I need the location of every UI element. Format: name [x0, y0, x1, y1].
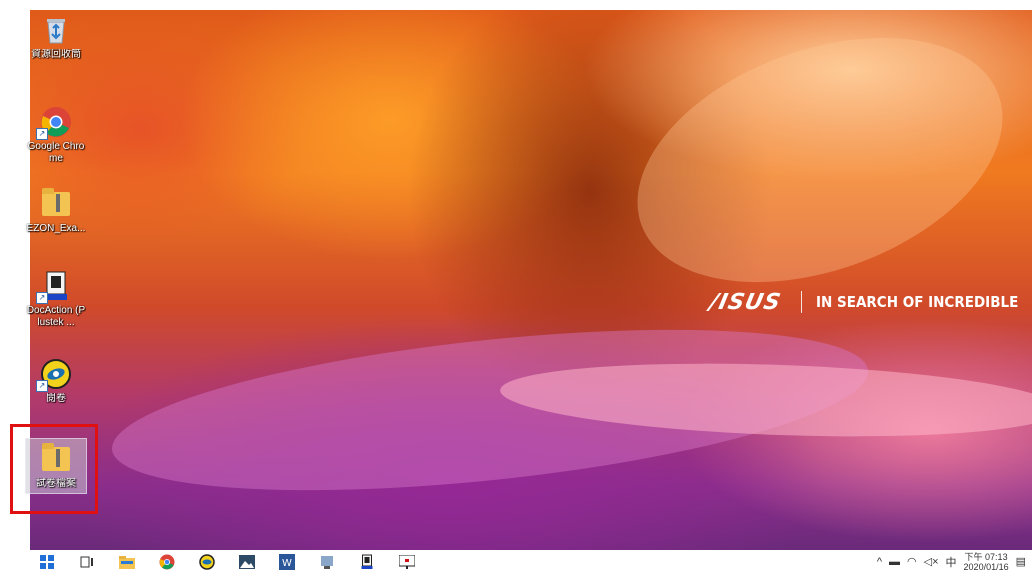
- desktop-icon-label: DocAction (Plustek ...: [26, 305, 86, 328]
- windows-start-icon[interactable]: [36, 551, 58, 573]
- asus-logo: /ISUS: [707, 289, 784, 315]
- brand-separator: [800, 291, 802, 313]
- wallpaper-band: [603, 10, 1032, 329]
- desktop-icon-ezon[interactable]: EZON_Exa...: [26, 188, 86, 235]
- desktop-icon-docaction[interactable]: ↗ DocAction (Plustek ...: [26, 270, 86, 329]
- notification-icon[interactable]: ▤: [1016, 555, 1026, 568]
- desktop-icon-scan-app[interactable]: ↗ 閱卷: [28, 358, 84, 405]
- battery-icon[interactable]: ▬: [889, 556, 900, 568]
- clock-time: 下午 07:13: [964, 551, 1008, 562]
- scan-app-icon: ↗: [36, 358, 72, 392]
- presentation-icon[interactable]: [396, 551, 418, 573]
- shortcut-arrow-icon: ↗: [36, 380, 48, 392]
- clock[interactable]: 下午 07:13 2020/01/16: [964, 552, 1009, 572]
- clock-date: 2020/01/16: [963, 561, 1009, 572]
- taskbar: W ^ ▬ ◠ ◁× 中 下午 07:13 2020/01/16 ▤: [30, 550, 1032, 573]
- system-tray: ^ ▬ ◠ ◁× 中 下午 07:13 2020/01/16 ▤: [877, 550, 1026, 573]
- desktop-icon-label: Google Chrome: [27, 141, 85, 164]
- docaction-icon[interactable]: [356, 551, 378, 573]
- wifi-icon[interactable]: ◠: [907, 555, 917, 568]
- explorer-network-icon[interactable]: [316, 551, 338, 573]
- desktop-icon-label: 閱卷: [46, 393, 66, 404]
- task-view-icon[interactable]: [76, 551, 98, 573]
- chevron-up-icon[interactable]: ^: [877, 556, 882, 568]
- scan-app-icon[interactable]: [196, 551, 218, 573]
- volume-icon[interactable]: ◁×: [924, 555, 939, 568]
- chrome-icon: ↗: [36, 106, 72, 140]
- word-icon[interactable]: W: [276, 551, 298, 573]
- desktop-wallpaper: /ISUS IN SEARCH OF INCREDIBLE: [30, 10, 1032, 550]
- shortcut-arrow-icon: ↗: [36, 292, 48, 304]
- ime-indicator[interactable]: 中: [946, 554, 957, 570]
- desktop-icon-label: EZON_Exa...: [26, 223, 86, 234]
- photos-icon[interactable]: [236, 551, 258, 573]
- file-explorer-icon[interactable]: [116, 551, 138, 573]
- shortcut-arrow-icon: ↗: [36, 128, 48, 140]
- desktop-icon-recycle-bin[interactable]: 資源回收筒: [28, 14, 84, 61]
- recycle-bin-icon: [40, 14, 72, 46]
- brand-tagline: IN SEARCH OF INCREDIBLE: [815, 293, 1019, 311]
- highlight-box: [10, 424, 98, 514]
- desktop-icon-google-chrome[interactable]: ↗ Google Chrome: [28, 106, 84, 165]
- chrome-icon[interactable]: [156, 551, 178, 573]
- folder-icon: [40, 188, 72, 220]
- svg-text:W: W: [282, 558, 292, 569]
- brand-watermark: /ISUS IN SEARCH OF INCREDIBLE: [707, 289, 1032, 315]
- top-strip: [0, 0, 1032, 10]
- docaction-icon: ↗: [36, 270, 72, 304]
- desktop-icon-label: 資源回收筒: [31, 49, 81, 60]
